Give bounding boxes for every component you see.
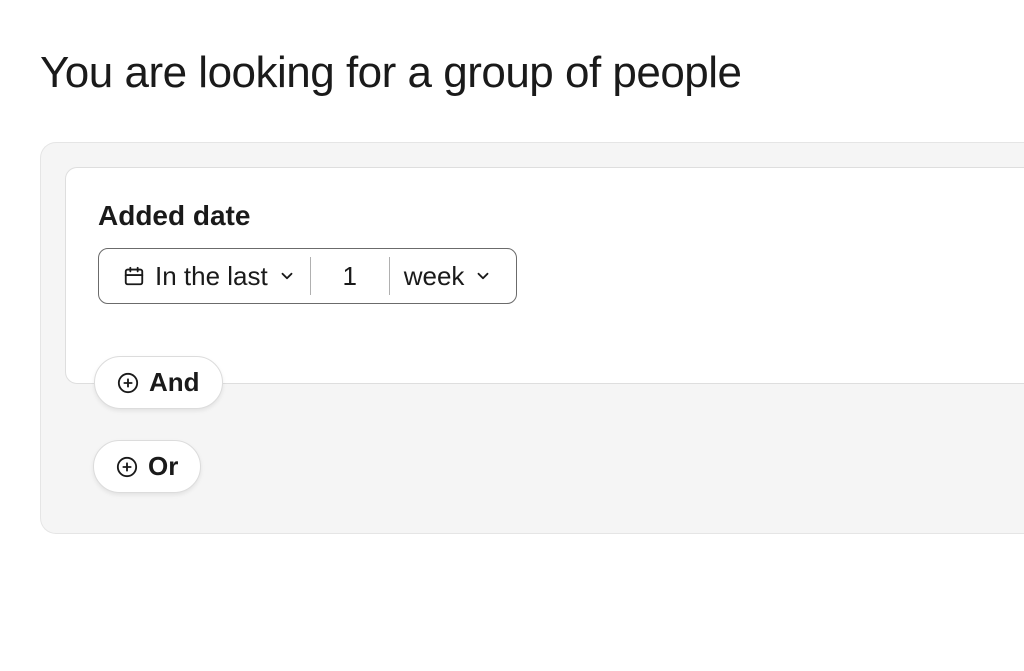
date-operator-select[interactable]: In the last <box>115 249 304 303</box>
add-and-condition-button[interactable]: And <box>94 356 223 409</box>
divider <box>389 257 390 295</box>
date-value-text: 1 <box>325 261 375 292</box>
and-button-label: And <box>149 367 200 398</box>
filter-group-panel: Added date In the last <box>40 142 1024 534</box>
date-filter-control: In the last 1 week <box>98 248 517 304</box>
filter-condition-panel: Added date In the last <box>65 167 1024 384</box>
page-title: You are looking for a group of people <box>0 0 1024 98</box>
or-button-label: Or <box>148 451 178 482</box>
add-or-condition-button[interactable]: Or <box>93 440 201 493</box>
chevron-down-icon <box>474 267 492 285</box>
date-unit-label: week <box>404 261 465 292</box>
calendar-icon <box>123 265 145 287</box>
filter-field-label: Added date <box>98 200 1024 232</box>
date-operator-label: In the last <box>155 261 268 292</box>
date-unit-select[interactable]: week <box>396 249 501 303</box>
divider <box>310 257 311 295</box>
chevron-down-icon <box>278 267 296 285</box>
plus-circle-icon <box>117 372 139 394</box>
date-value-input[interactable]: 1 <box>317 249 383 303</box>
plus-circle-icon <box>116 456 138 478</box>
